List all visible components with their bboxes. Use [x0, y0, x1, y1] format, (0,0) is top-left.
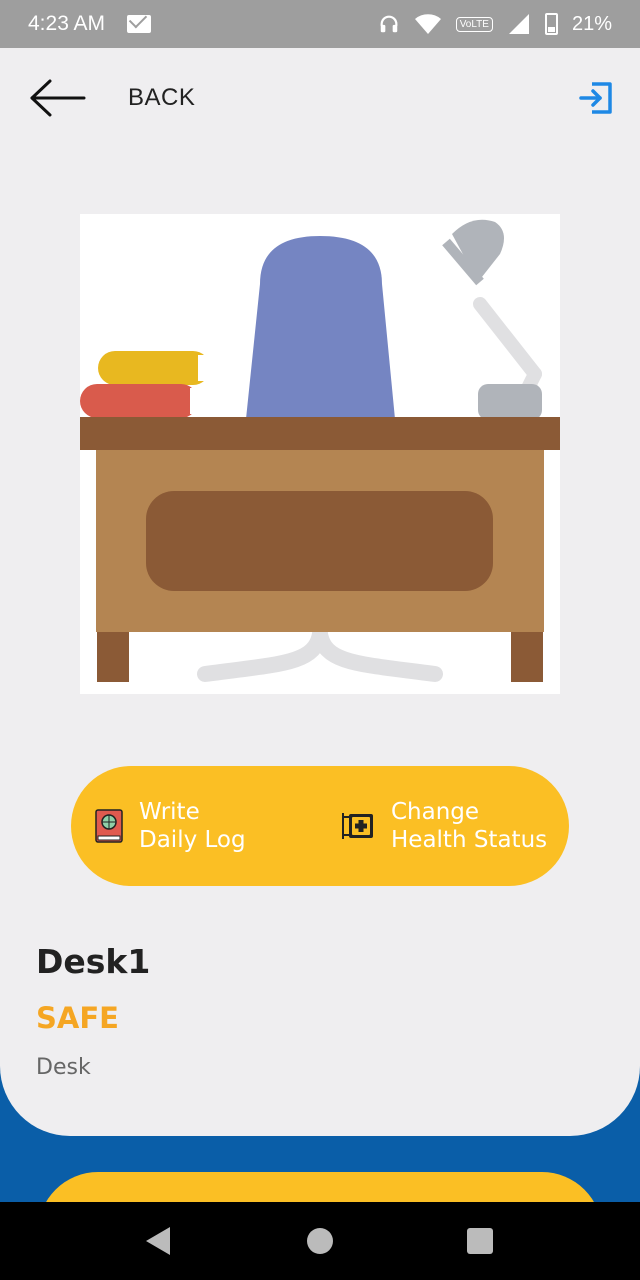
nav-home-icon[interactable] — [307, 1228, 333, 1254]
headphones-icon — [380, 15, 398, 33]
wifi-icon — [414, 14, 441, 34]
item-info: Desk1 SAFE Desk — [36, 942, 150, 1080]
nav-recent-icon[interactable] — [467, 1228, 493, 1254]
change-health-status-label: Change Health Status — [391, 798, 547, 854]
nav-back-icon[interactable] — [146, 1227, 170, 1255]
back-arrow-icon[interactable] — [28, 78, 88, 118]
battery-percent: 21% — [571, 13, 612, 35]
top-bar: BACK — [0, 48, 640, 148]
actions-bar: Write Daily Log Change Health Status — [71, 766, 569, 886]
health-line1: Change — [391, 799, 480, 825]
medical-sign-icon — [342, 813, 373, 839]
status-icons: VoLTE 21% — [378, 13, 612, 35]
mail-icon — [127, 15, 152, 33]
item-name: Desk1 — [36, 942, 151, 981]
change-health-status-button[interactable]: Change Health Status — [341, 798, 547, 854]
volte-icon: VoLTE — [455, 16, 493, 32]
detail-card: BACK Write Daily Log Change Health Statu… — [0, 48, 640, 1136]
daily-log-line2: Daily Log — [139, 827, 246, 853]
write-daily-log-label: Write Daily Log — [139, 798, 246, 854]
daily-log-line1: Write — [139, 799, 200, 825]
item-type: Desk — [36, 1055, 91, 1080]
status-time: 4:23 AM — [28, 12, 106, 35]
battery-icon — [544, 13, 558, 35]
back-button[interactable]: BACK — [128, 84, 195, 112]
system-nav-bar — [0, 1202, 640, 1280]
write-daily-log-button[interactable]: Write Daily Log — [95, 798, 246, 854]
exit-icon[interactable] — [578, 80, 614, 116]
health-line2: Health Status — [391, 827, 548, 853]
status-bar: 4:23 AM VoLTE 21% — [0, 0, 640, 48]
status-badge: SAFE — [36, 1001, 119, 1035]
desk-illustration — [80, 214, 560, 694]
book-icon — [95, 809, 123, 843]
signal-icon — [508, 14, 529, 34]
